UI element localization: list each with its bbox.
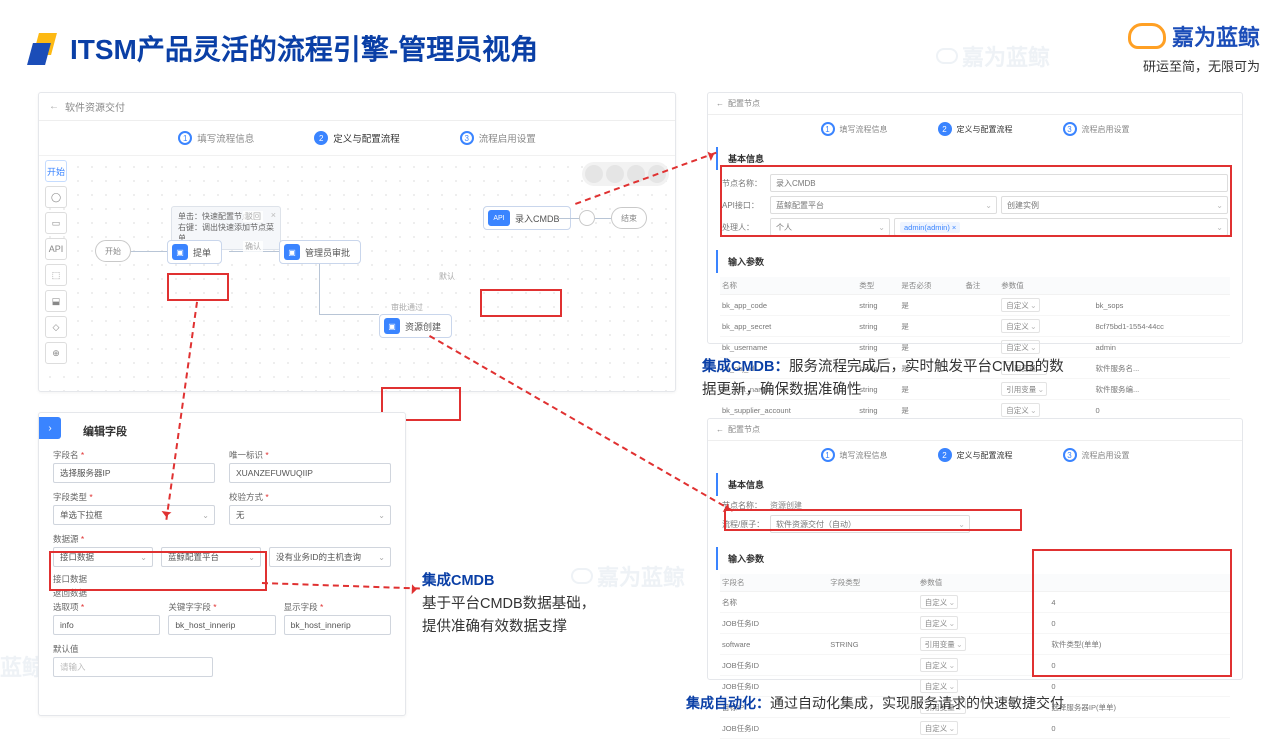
brand-cloud-icon (1128, 23, 1166, 49)
node-end[interactable]: 结束 (611, 207, 647, 229)
tool-btn[interactable]: ◯ (45, 186, 67, 208)
src-select-3[interactable]: 没有业务ID的主机查询⌄ (269, 547, 391, 567)
default-input[interactable]: 请输入 (53, 657, 213, 677)
handler-type[interactable]: 个人⌄ (770, 218, 890, 236)
slide-icon (28, 33, 58, 63)
back-icon[interactable]: ← (716, 425, 724, 434)
table-row: JOB任务ID自定义0 (720, 613, 1230, 634)
table-row: JOB任务ID自定义0 (720, 718, 1230, 739)
flow-editor: ← 软件资源交付 1填写流程信息 2定义与配置流程 3流程启用设置 开始 ◯ ▭ … (38, 92, 676, 392)
tool-btn[interactable]: ◇ (45, 316, 67, 338)
field-check-select[interactable]: 无⌄ (229, 505, 391, 525)
node-submit[interactable]: ▣提单 (167, 240, 222, 264)
table-row: JOB任务ID自定义0 (720, 655, 1230, 676)
table-row: softwareSTRING引用变量软件类型(单单) (720, 634, 1230, 655)
brand-slogan: 研运至简，无限可为 (1128, 56, 1260, 75)
collapse-toggle[interactable]: › (39, 417, 61, 439)
kw-input[interactable]: bk_host_innerip (168, 615, 275, 635)
table-row: bk_usernamestring是自定义admin (720, 337, 1230, 358)
table-row: 名称自定义4 (720, 592, 1230, 613)
table-row: bk_app_codestring是自定义bk_sops (720, 295, 1230, 316)
node-name-input[interactable]: 录入CMDB (770, 174, 1228, 192)
src-select-2[interactable]: 蓝鲸配置平台⌄ (161, 547, 261, 567)
brand-name: 嘉为蓝鲸 (1172, 20, 1260, 52)
field-type-select[interactable]: 单选下拉框⌄ (53, 505, 215, 525)
flow-canvas[interactable]: 开始 ◯ ▭ API ⬚ ⬓ ◇ ⊕ 开始 × 单击：快速配置节点右键：调出快速… (39, 156, 675, 391)
node-start[interactable]: 开始 (95, 240, 131, 262)
gateway[interactable] (579, 210, 595, 226)
flow-stepper: 1填写流程信息 2定义与配置流程 3流程启用设置 (39, 121, 675, 156)
api-select-1[interactable]: 蓝鲸配置平台⌄ (770, 196, 997, 214)
node-toolbox: 开始 ◯ ▭ API ⬚ ⬓ ◇ ⊕ (45, 160, 67, 364)
tool-start[interactable]: 开始 (45, 160, 67, 182)
back-icon[interactable]: ← (716, 99, 724, 108)
node-approval[interactable]: ▣管理员审批 (279, 240, 361, 264)
tool-btn[interactable]: ▭ (45, 212, 67, 234)
tool-api[interactable]: API (45, 238, 67, 260)
breadcrumb[interactable]: 软件资源交付 (65, 99, 125, 114)
step-3[interactable]: 3流程启用设置 (460, 131, 536, 145)
handler-value[interactable]: admin(admin) ×⌄ (894, 218, 1228, 236)
field-editor: › 编辑字段 字段名 *选择服务器IP 唯一标识 *XUANZEFUWUQIIP… (38, 412, 406, 716)
sel-input[interactable]: info (53, 615, 160, 635)
tool-btn[interactable]: ⊕ (45, 342, 67, 364)
config-node-panel-2: ←配置节点 1填写流程信息 2定义与配置流程 3流程启用设置 基本信息 节点名称… (707, 418, 1243, 680)
field-editor-title: 编辑字段 (83, 423, 391, 439)
show-input[interactable]: bk_host_innerip (284, 615, 391, 635)
annotation-cmdb-source: 集成CMDB 基于平台CMDB数据基础， 提供准确有效数据支撑 (422, 570, 672, 640)
config-node-panel-1: ←配置节点 1填写流程信息 2定义与配置流程 3流程启用设置 基本信息 节点名称… (707, 92, 1243, 344)
step-1[interactable]: 1填写流程信息 (178, 131, 254, 145)
field-name-input[interactable]: 选择服务器IP (53, 463, 215, 483)
src-select-1[interactable]: 接口数据⌄ (53, 547, 153, 567)
annotation-cmdb-sync: 集成CMDB：服务流程完成后，实时触发平台CMDB的数据更新，确保数据准确性 (702, 356, 1247, 402)
step-2[interactable]: 2定义与配置流程 (314, 131, 400, 145)
api-select-2[interactable]: 创建实例⌄ (1001, 196, 1228, 214)
back-icon[interactable]: ← (49, 101, 59, 112)
brand-block: 嘉为蓝鲸 研运至简，无限可为 (1128, 20, 1260, 75)
slide-title: ITSM产品灵活的流程引擎-管理员视角 (70, 28, 538, 68)
annotation-automation: 集成自动化：通过自动化集成，实现服务请求的快速敏捷交付 (686, 692, 1276, 714)
tool-btn[interactable]: ⬓ (45, 290, 67, 312)
close-icon[interactable]: × (271, 209, 276, 222)
node-asset-create[interactable]: ▣资源创建 (379, 314, 452, 338)
subflow-select[interactable]: 软件资源交付（自动）⌄ (770, 515, 970, 533)
node-api-cmdb[interactable]: API录入CMDB (483, 206, 571, 230)
tool-btn[interactable]: ⬚ (45, 264, 67, 286)
table-row: bk_app_secretstring是自定义8cf75bd1-1554-44c… (720, 316, 1230, 337)
field-uid-input[interactable]: XUANZEFUWUQIIP (229, 463, 391, 483)
